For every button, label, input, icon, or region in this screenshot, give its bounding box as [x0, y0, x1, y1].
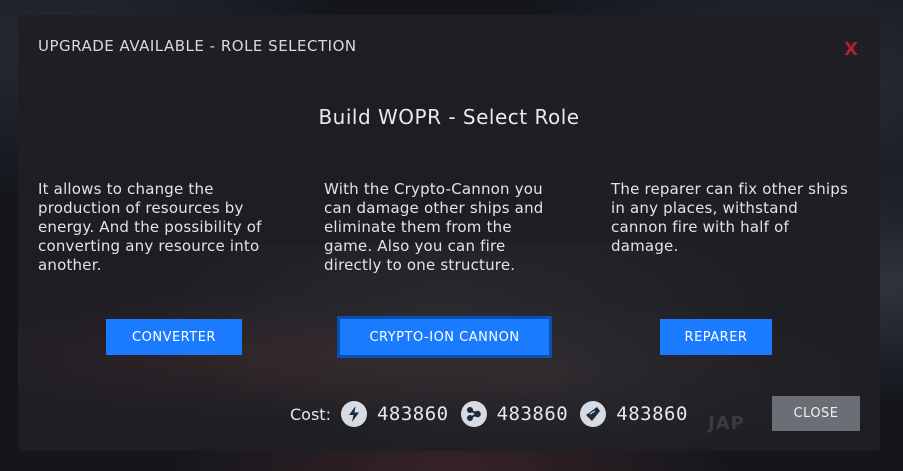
energy-icon — [340, 401, 367, 427]
crypto-ion-cannon-button[interactable]: CRYPTO-ION CANNON — [337, 316, 552, 358]
page-title: Build WOPR - Select Role — [318, 105, 580, 129]
molecule-cost-value: 483860 — [496, 403, 569, 425]
converter-description: It allows to change the production of re… — [38, 180, 262, 274]
reparer-button[interactable]: REPARER — [660, 319, 772, 355]
crystal-cost: 483860 — [580, 401, 688, 427]
background-watermark: JAP — [708, 413, 745, 434]
converter-button[interactable]: CONVERTER — [106, 319, 242, 355]
close-button[interactable]: CLOSE — [772, 396, 860, 431]
reparer-description: The reparer can fix other ships in any p… — [611, 180, 849, 255]
energy-cost-value: 483860 — [376, 403, 449, 425]
molecule-icon — [460, 401, 487, 427]
cost-label: Cost: — [290, 404, 331, 424]
energy-cost: 483860 — [340, 401, 449, 427]
cannon-description: With the Crypto-Cannon you can damage ot… — [324, 180, 544, 274]
cost-row: Cost: 483860 483860 483860 — [290, 399, 700, 429]
role-selection-modal: JAP UPGRADE AVAILABLE - ROLE SELECTION X… — [18, 15, 880, 451]
modal-header-title: UPGRADE AVAILABLE - ROLE SELECTION — [38, 37, 357, 55]
molecule-cost: 483860 — [460, 401, 569, 427]
crystal-cost-value: 483860 — [616, 403, 688, 425]
crystal-icon — [580, 401, 607, 427]
close-icon[interactable]: X — [844, 41, 858, 59]
